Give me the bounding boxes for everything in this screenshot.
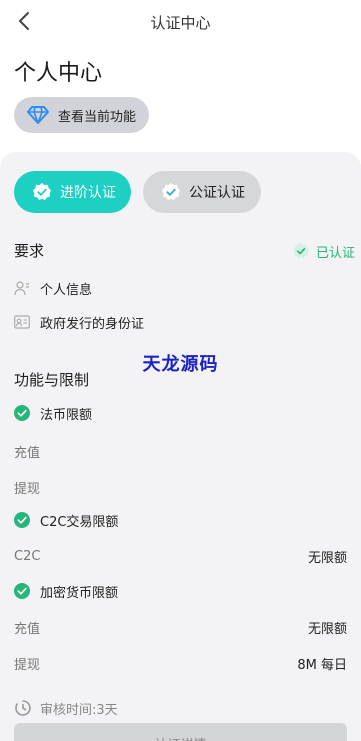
user-info-icon [14, 281, 29, 296]
limit-key: 提现 [14, 481, 41, 497]
verification-details-button[interactable]: 认证详情 [14, 723, 347, 741]
verified-badge-icon [162, 183, 180, 201]
limit-row: C2C 无限额 [14, 546, 347, 566]
limit-group-title: 法币限额 [14, 403, 92, 423]
tab-label: 进阶认证 [60, 185, 116, 201]
view-features-label: 查看当前功能 [58, 109, 137, 125]
limit-group-label: 法币限额 [40, 407, 93, 423]
limit-group-label: C2C交易限额 [40, 514, 119, 530]
verified-check-icon [292, 242, 310, 259]
requirement-label: 个人信息 [40, 282, 93, 298]
limit-value: 8M 每日 [297, 657, 347, 673]
check-circle-icon [14, 583, 30, 599]
check-circle-icon [14, 512, 30, 528]
limit-row: 充值 [14, 441, 347, 461]
review-time: 审核时间:3天 [14, 697, 118, 719]
check-circle-icon [14, 405, 30, 421]
tab-advanced-verification[interactable]: 进阶认证 [14, 171, 131, 213]
id-card-icon [14, 315, 30, 329]
limit-value: 无限额 [307, 621, 347, 637]
features-title: 功能与限制 [14, 371, 90, 389]
nav-bar: 认证中心 [0, 0, 361, 44]
limit-group-title: 加密货币限额 [14, 581, 118, 601]
limit-row: 充值 无限额 [14, 617, 347, 637]
review-time-label: 审核时间:3天 [40, 702, 118, 718]
limit-row: 提现 8M 每日 [14, 653, 347, 673]
tab-label: 公证认证 [189, 185, 245, 201]
clock-icon [15, 700, 31, 716]
view-features-button[interactable]: 查看当前功能 [14, 97, 150, 133]
limit-key: 提现 [14, 657, 41, 673]
limit-key: 充值 [14, 621, 41, 637]
requirement-item: 个人信息 [14, 278, 92, 298]
limit-value: 无限额 [307, 550, 347, 566]
limit-row: 提现 [14, 477, 347, 497]
limit-group-title: C2C交易限额 [14, 510, 118, 530]
limit-group-label: 加密货币限额 [40, 585, 119, 601]
verified-status-badge: 已认证 [292, 240, 355, 262]
limit-key: C2C [14, 548, 41, 564]
verified-badge-icon [33, 183, 51, 201]
nav-title: 认证中心 [150, 14, 211, 32]
requirement-item: 政府发行的身份证 [14, 312, 144, 332]
verified-status-label: 已认证 [316, 245, 356, 261]
limit-key: 充值 [14, 445, 41, 461]
tab-notarized-verification[interactable]: 公证认证 [143, 171, 261, 213]
requirements-title: 要求 [14, 242, 45, 260]
requirement-label: 政府发行的身份证 [40, 316, 145, 332]
page-title: 个人中心 [14, 61, 103, 86]
diamond-icon [27, 106, 49, 124]
